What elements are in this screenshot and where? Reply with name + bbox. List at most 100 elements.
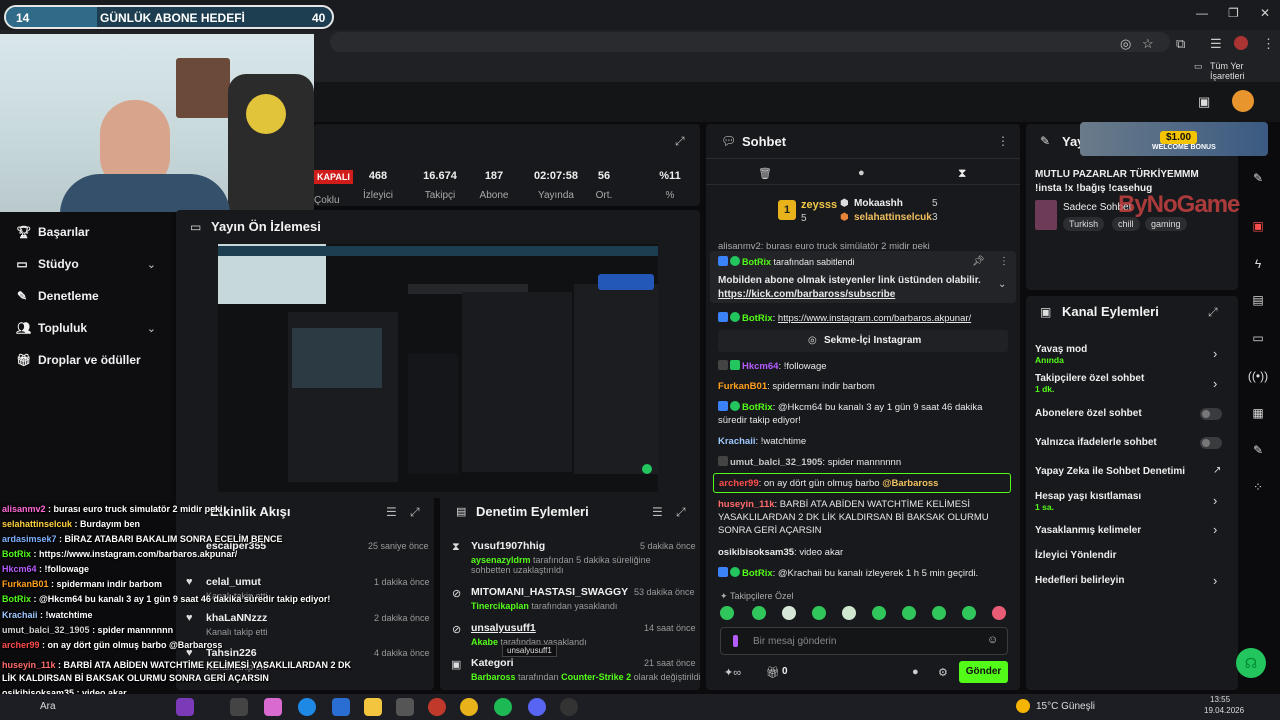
trash-icon[interactable]: 🗑︎ <box>758 167 772 180</box>
lightning-icon[interactable]: ϟ <box>1247 253 1269 275</box>
chevron-down-icon[interactable]: ⌄ <box>147 322 156 335</box>
emote[interactable] <box>720 606 734 620</box>
emote[interactable] <box>872 606 886 620</box>
profile-avatar[interactable] <box>1234 36 1248 50</box>
subscribers-only-toggle[interactable] <box>1200 408 1222 420</box>
chrome-icon[interactable] <box>460 698 478 716</box>
clock-time[interactable]: 13:55 <box>1210 695 1230 704</box>
action-goals[interactable]: Hedefleri belirleyin <box>1035 575 1124 586</box>
pinned-link[interactable]: https://kick.com/barbaross/subscribe <box>718 288 988 301</box>
sidebar-item-achievements[interactable]: 🏆︎ Başarılar <box>16 222 89 242</box>
close-icon[interactable]: ✕ <box>1260 6 1270 20</box>
more-icon[interactable]: ⋮ <box>999 256 1009 267</box>
tag[interactable]: gaming <box>1145 217 1187 231</box>
menu-icon[interactable]: ⋮ <box>1262 36 1275 52</box>
support-fab[interactable]: ☊ <box>1236 648 1266 678</box>
emote[interactable] <box>992 606 1006 620</box>
outlook-icon[interactable] <box>332 698 350 716</box>
chevron-right-icon[interactable]: › <box>1213 376 1217 391</box>
action-ai-moderation[interactable]: Yapay Zeka ile Sohbet Denetimi <box>1035 466 1185 477</box>
obs-icon[interactable] <box>560 698 578 716</box>
database-icon[interactable]: ▦ <box>1247 402 1269 424</box>
send-button[interactable]: Gönder <box>959 661 1008 683</box>
document-icon[interactable]: ▤ <box>1247 289 1269 311</box>
gift-icon[interactable]: 🎁︎ <box>766 666 780 679</box>
tv-icon[interactable]: ▣ <box>1198 94 1210 110</box>
chat-input[interactable]: Bir mesaj gönderin ☺ <box>720 627 1008 655</box>
chat-bubble-icon[interactable]: ● <box>912 666 919 678</box>
emote[interactable] <box>842 606 856 620</box>
sidebar-item-drops[interactable]: 🎁︎ Droplar ve ödüller <box>16 350 141 370</box>
chevron-right-icon[interactable]: › <box>1213 522 1217 537</box>
more-icon[interactable]: ⋮ <box>997 134 1009 148</box>
action-slow-mode[interactable]: Yavaş mod Anında <box>1035 344 1087 365</box>
action-emote-only[interactable]: Yalnızca ifadelerle sohbet <box>1035 437 1157 448</box>
action-followers-only[interactable]: Takipçilere özel sohbet 1 dk. <box>1035 373 1144 394</box>
emote[interactable] <box>902 606 916 620</box>
all-bookmarks-label[interactable]: Tüm Yer İşaretleri <box>1210 61 1280 81</box>
tag[interactable]: chill <box>1112 217 1140 231</box>
record-icon[interactable]: ▣ <box>1247 215 1269 237</box>
action-banned-words[interactable]: Yasaklanmış kelimeler <box>1035 525 1141 536</box>
minimize-icon[interactable]: — <box>1196 6 1208 20</box>
tag[interactable]: Turkish <box>1063 217 1105 231</box>
emote[interactable] <box>932 606 946 620</box>
external-link-icon[interactable]: ↗ <box>1213 465 1221 476</box>
discord-icon[interactable] <box>528 698 546 716</box>
emote[interactable] <box>812 606 826 620</box>
emote[interactable] <box>962 606 976 620</box>
user-avatar[interactable] <box>1232 90 1254 112</box>
eye-off-icon[interactable]: ◎ <box>1120 36 1131 52</box>
taskbar-app[interactable] <box>264 698 282 716</box>
expand-icon[interactable]: ⤢ <box>676 505 686 520</box>
address-bar[interactable] <box>330 32 1170 52</box>
pin-icon[interactable]: 📌︎ <box>972 256 985 267</box>
emote-only-toggle[interactable] <box>1200 437 1222 449</box>
emote[interactable] <box>752 606 766 620</box>
expand-icon[interactable]: ⤢ <box>1208 305 1218 320</box>
emoji-icon[interactable]: ☺ <box>987 634 998 646</box>
action-account-age[interactable]: Hesap yaşı kısıtlaması 1 sa. <box>1035 491 1141 512</box>
chat-icon[interactable]: ▭ <box>1247 327 1269 349</box>
edge-icon[interactable] <box>298 698 316 716</box>
filter-icon[interactable]: ☰ <box>386 505 397 519</box>
taskbar-app[interactable] <box>230 698 248 716</box>
sidebar-item-moderation[interactable]: ✎ Denetleme <box>16 286 99 306</box>
folder-icon[interactable] <box>364 698 382 716</box>
weather-label[interactable]: 15°C Güneşli <box>1036 701 1095 712</box>
wrench-icon[interactable]: ✎ <box>1247 439 1269 461</box>
chevron-down-icon[interactable]: ⌄ <box>147 258 156 271</box>
overlay-chat-user: FurkanB01 <box>2 579 49 589</box>
extensions-icon[interactable]: ⧉ <box>1176 36 1185 52</box>
chevron-right-icon[interactable]: › <box>1213 346 1217 361</box>
pencil-icon[interactable]: ✎ <box>1247 167 1269 189</box>
broadcast-icon[interactable]: ((•)) <box>1247 365 1269 387</box>
clock-date[interactable]: 19.04.2026 <box>1204 706 1244 715</box>
hourglass-icon[interactable]: ⧗ <box>958 166 966 181</box>
emote[interactable] <box>782 606 796 620</box>
spotify-icon[interactable] <box>494 698 512 716</box>
filter-icon[interactable]: ☰ <box>652 505 663 519</box>
chevron-right-icon[interactable]: › <box>1213 493 1217 508</box>
maximize-icon[interactable]: ❐ <box>1228 6 1239 20</box>
taskbar-app[interactable] <box>396 698 414 716</box>
chevron-right-icon[interactable]: › <box>1213 573 1217 588</box>
apps-icon[interactable]: ⁘ <box>1247 476 1269 498</box>
action-subscribers-only[interactable]: Abonelere özel sohbet <box>1035 408 1142 419</box>
expand-icon[interactable]: ⤢ <box>410 505 420 520</box>
activity-time: 4 dakika önce <box>374 648 430 658</box>
chat-icon[interactable]: ● <box>858 167 865 179</box>
opera-icon[interactable] <box>428 698 446 716</box>
reading-list-icon[interactable]: ☰ <box>1210 36 1222 52</box>
taskbar-app[interactable] <box>176 698 194 716</box>
star-icon[interactable]: ☆ <box>1142 36 1154 52</box>
instagram-button[interactable]: ◎ Sekme-İçi Instagram <box>718 330 1008 352</box>
gear-icon[interactable]: ⚙ <box>938 666 948 679</box>
search-label[interactable]: Ara <box>40 701 56 712</box>
expand-icon[interactable]: ⤢ <box>675 134 685 149</box>
action-raid[interactable]: İzleyici Yönlendir <box>1035 550 1117 561</box>
sidebar-item-studio[interactable]: ▭ Stüdyo <box>16 254 78 274</box>
sidebar-item-community[interactable]: 👥︎ Topluluk <box>16 318 87 338</box>
chevron-down-icon[interactable]: ⌄ <box>998 279 1006 290</box>
stream-preview-video[interactable] <box>218 244 658 492</box>
